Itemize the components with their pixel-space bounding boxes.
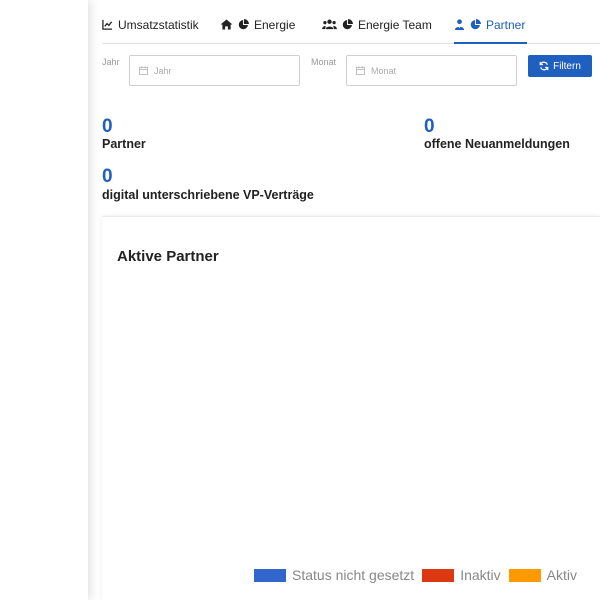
month-input[interactable]: Monat bbox=[346, 55, 517, 86]
year-placeholder: Jahr bbox=[154, 65, 172, 76]
legend-swatch bbox=[422, 568, 455, 582]
calendar-icon bbox=[356, 66, 365, 75]
chart-legend: Status nicht gesetzt Inaktiv Aktiv bbox=[254, 567, 585, 583]
legend-item[interactable]: Status nicht gesetzt bbox=[254, 567, 414, 583]
tab-label: Energie bbox=[254, 18, 296, 32]
year-input[interactable]: Jahr bbox=[129, 55, 300, 86]
tab-energie-team[interactable]: Energie Team bbox=[322, 18, 432, 44]
tab-label: Energie Team bbox=[358, 18, 432, 32]
tab-label: Umsatzstatistik bbox=[118, 18, 199, 32]
legend-label: Aktiv bbox=[546, 567, 577, 583]
legend-swatch bbox=[508, 568, 541, 582]
aktive-partner-card: Aktive Partner Status nicht gesetzt Inakt… bbox=[102, 216, 600, 600]
filter-button[interactable]: Filtern bbox=[528, 55, 592, 77]
pie-chart-icon bbox=[342, 19, 353, 30]
vp-vertraege-count: 0 bbox=[102, 166, 113, 187]
tab-bar: Umsatzstatistik Energie Energie Team Par… bbox=[102, 0, 600, 44]
legend-item[interactable]: Aktiv bbox=[508, 567, 577, 583]
tab-umsatzstatistik[interactable]: Umsatzstatistik bbox=[102, 18, 199, 44]
neuanmeldungen-count-label: offene Neuanmeldungen bbox=[424, 137, 570, 151]
card-title: Aktive Partner bbox=[117, 248, 219, 265]
home-icon bbox=[220, 19, 233, 30]
partner-count: 0 bbox=[102, 116, 113, 137]
pie-chart-icon bbox=[470, 19, 481, 30]
pie-chart-icon bbox=[238, 19, 249, 30]
calendar-icon bbox=[139, 66, 148, 75]
refresh-icon bbox=[539, 61, 549, 71]
users-icon bbox=[322, 19, 337, 30]
tab-energie[interactable]: Energie bbox=[220, 18, 295, 44]
legend-swatch bbox=[254, 568, 286, 582]
main-content: Umsatzstatistik Energie Energie Team Par… bbox=[88, 0, 600, 600]
tab-partner[interactable]: Partner bbox=[454, 18, 528, 44]
month-label: Monat bbox=[311, 57, 337, 67]
filter-button-label: Filtern bbox=[553, 60, 581, 72]
legend-item[interactable]: Inaktiv bbox=[422, 567, 501, 583]
neuanmeldungen-count: 0 bbox=[424, 116, 435, 137]
month-placeholder: Monat bbox=[371, 65, 397, 76]
year-label: Jahr bbox=[102, 57, 120, 67]
line-chart-icon bbox=[102, 19, 113, 30]
sidebar-panel bbox=[0, 0, 88, 600]
user-tie-icon bbox=[454, 19, 465, 30]
vp-vertraege-count-label: digital unterschriebene VP-Verträge bbox=[102, 188, 314, 202]
legend-label: Inaktiv bbox=[460, 567, 501, 583]
partner-count-label: Partner bbox=[102, 137, 146, 151]
legend-label: Status nicht gesetzt bbox=[292, 567, 415, 583]
tab-label: Partner bbox=[486, 18, 526, 32]
